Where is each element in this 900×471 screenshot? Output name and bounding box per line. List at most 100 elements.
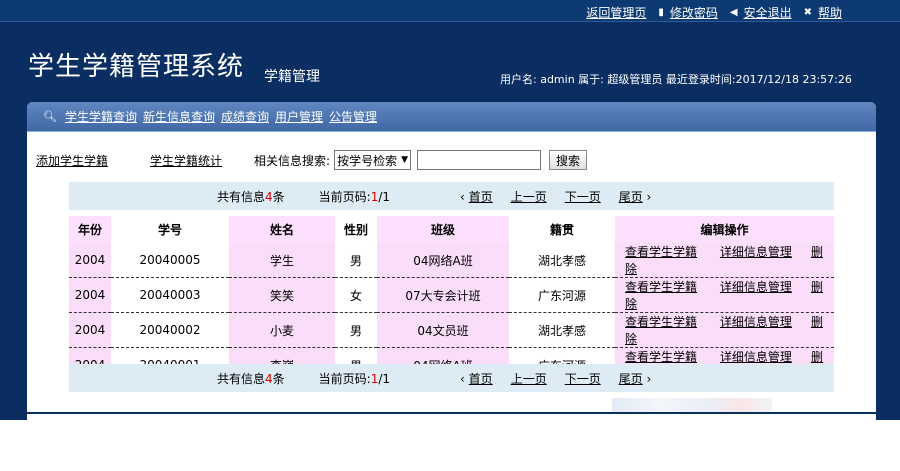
search-button[interactable]: 搜索 <box>549 150 588 170</box>
footer-panel <box>27 414 876 430</box>
page-indicator: 当前页码:1/1 <box>319 370 390 387</box>
header-band: 返回管理页 ▮ 修改密码 ◀ 安全退出 ✖ 帮助 学生学籍管理系统 学籍管理 用… <box>0 0 900 100</box>
cell-gender: 男 <box>335 243 377 278</box>
record-count: 共有信息4条 <box>217 370 285 387</box>
record-count-suffix: 条 <box>272 189 285 204</box>
page-nav: ‹ 首页 上一页 下一页 尾页 › <box>460 188 651 205</box>
record-count-prefix: 共有信息 <box>217 371 266 386</box>
record-count-value: 4 <box>265 371 273 386</box>
col-header-student-id: 学号 <box>111 216 229 243</box>
page-subtitle: 学籍管理 <box>264 69 320 85</box>
cell-name: 笑笑 <box>229 277 335 313</box>
nav-item-student-record-query[interactable]: 学生学籍查询 <box>65 108 137 125</box>
nav-bar: 🔍︎ 学生学籍查询 新生信息查询 成绩查询 用户管理 公告管理 <box>27 102 876 132</box>
view-record-link[interactable]: 查看学生学籍 <box>625 350 697 364</box>
page-total: /1 <box>378 189 391 204</box>
prev-page-link[interactable]: 上一页 <box>511 188 547 205</box>
view-record-link[interactable]: 查看学生学籍 <box>625 280 697 294</box>
cell-student-id: 20040005 <box>111 243 229 278</box>
detail-manage-link[interactable]: 详细信息管理 <box>720 315 792 329</box>
first-page-link[interactable]: 首页 <box>469 190 493 204</box>
page-nav: ‹ 首页 上一页 下一页 尾页 › <box>460 370 651 387</box>
page-indicator-prefix: 当前页码: <box>318 189 371 204</box>
table-row: 2004 20040005 学生 男 04网络A班 湖北孝感 查看学生学籍 详细… <box>69 243 834 278</box>
nav-item-new-student-query[interactable]: 新生信息查询 <box>143 108 215 125</box>
detail-manage-link[interactable]: 详细信息管理 <box>720 280 792 294</box>
cell-actions: 查看学生学籍 详细信息管理 删除 <box>615 312 834 348</box>
first-page: ‹ 首页 <box>460 189 493 204</box>
next-page-link[interactable]: 下一页 <box>565 188 601 205</box>
table-row: 2004 20040002 小麦 男 04文员班 湖北孝感 查看学生学籍 详细信… <box>69 312 834 348</box>
logout-icon: ◀ <box>729 7 738 18</box>
page-indicator: 当前页码:1/1 <box>319 188 390 205</box>
cell-native-place: 湖北孝感 <box>509 243 615 278</box>
cell-year: 2004 <box>69 277 111 313</box>
user-info: 用户名: admin 属于: 超级管理员 最近登录时间:2017/12/18 2… <box>500 73 852 86</box>
cell-name: 小麦 <box>229 312 335 348</box>
col-header-class: 班级 <box>377 216 509 243</box>
cell-actions: 查看学生学籍 详细信息管理 删除 <box>615 277 834 313</box>
first-page-link[interactable]: 首页 <box>469 372 493 386</box>
cell-class: 04网络A班 <box>377 243 509 278</box>
col-header-year: 年份 <box>69 216 111 243</box>
cell-native-place: 广东河源 <box>509 277 615 313</box>
first-page: ‹ 首页 <box>460 371 493 386</box>
detail-manage-link[interactable]: 详细信息管理 <box>720 350 792 364</box>
cell-actions: 查看学生学籍 详细信息管理 删除 <box>615 243 834 278</box>
detail-manage-link[interactable]: 详细信息管理 <box>720 245 792 259</box>
change-password-link[interactable]: 修改密码 <box>670 4 718 21</box>
main-panel: 🔍︎ 学生学籍查询 新生信息查询 成绩查询 用户管理 公告管理 添加学生学籍 学… <box>27 102 876 412</box>
cell-class: 07大专会计班 <box>377 277 509 313</box>
cell-year: 2004 <box>69 312 111 348</box>
student-table: 年份 学号 姓名 性别 班级 籍贯 编辑操作 2004 20040005 学生 … <box>69 216 834 383</box>
pager-top: 共有信息4条 当前页码:1/1 ‹ 首页 上一页 下一页 尾页 › <box>69 182 834 210</box>
last-page: 尾页 › <box>618 189 652 204</box>
chevron-down-icon: ▼ <box>401 155 409 165</box>
record-count-prefix: 共有信息 <box>217 189 266 204</box>
search-label: 相关信息搜索: <box>254 153 331 168</box>
table-row: 2004 20040003 笑笑 女 07大专会计班 广东河源 查看学生学籍 详… <box>69 277 834 313</box>
nav-item-grade-query[interactable]: 成绩查询 <box>221 108 269 125</box>
col-header-native-place: 籍贯 <box>509 216 615 243</box>
last-page-link[interactable]: 尾页 <box>619 372 643 386</box>
view-record-link[interactable]: 查看学生学籍 <box>625 245 697 259</box>
next-page-link[interactable]: 下一页 <box>565 370 601 387</box>
prev-page-link[interactable]: 上一页 <box>511 370 547 387</box>
nav-item-notice-management[interactable]: 公告管理 <box>329 108 377 125</box>
cell-student-id: 20040002 <box>111 312 229 348</box>
cell-native-place: 湖北孝感 <box>509 312 615 348</box>
top-link-bar: 返回管理页 ▮ 修改密码 ◀ 安全退出 ✖ 帮助 <box>0 0 900 22</box>
search-icon: 🔍︎ <box>43 110 57 123</box>
back-to-admin-link[interactable]: 返回管理页 <box>586 4 646 21</box>
col-header-actions: 编辑操作 <box>615 216 834 243</box>
table-header-row: 年份 学号 姓名 性别 班级 籍贯 编辑操作 <box>69 216 834 243</box>
cell-student-id: 20040003 <box>111 277 229 313</box>
col-header-name: 姓名 <box>229 216 335 243</box>
search-input[interactable] <box>417 150 542 170</box>
record-count-value: 4 <box>265 189 273 204</box>
lock-icon: ▮ <box>658 7 664 18</box>
page-indicator-prefix: 当前页码: <box>318 371 371 386</box>
cell-name: 学生 <box>229 243 335 278</box>
record-count-suffix: 条 <box>272 371 285 386</box>
cell-gender: 女 <box>335 277 377 313</box>
app-title: 学生学籍管理系统 <box>28 52 245 82</box>
safe-logout-link[interactable]: 安全退出 <box>744 4 792 21</box>
col-header-gender: 性别 <box>335 216 377 243</box>
search-type-value: 按学号检索 <box>337 153 398 168</box>
pager-bottom: 共有信息4条 当前页码:1/1 ‹ 首页 上一页 下一页 尾页 › <box>69 364 834 392</box>
page-total: /1 <box>378 371 391 386</box>
student-record-stats-link[interactable]: 学生学籍统计 <box>150 152 222 169</box>
cell-class: 04文员班 <box>377 312 509 348</box>
nav-item-user-management[interactable]: 用户管理 <box>275 108 323 125</box>
help-link[interactable]: 帮助 <box>818 4 842 21</box>
view-record-link[interactable]: 查看学生学籍 <box>625 315 697 329</box>
search-type-select[interactable]: 按学号检索 ▼ <box>334 150 412 170</box>
help-icon: ✖ <box>803 7 812 18</box>
record-count: 共有信息4条 <box>217 188 285 205</box>
add-student-record-link[interactable]: 添加学生学籍 <box>36 152 108 169</box>
last-page-link[interactable]: 尾页 <box>619 190 643 204</box>
toolbar: 添加学生学籍 学生学籍统计 相关信息搜索: 按学号检索 ▼ 搜索 <box>36 148 866 172</box>
cell-gender: 男 <box>335 312 377 348</box>
cell-year: 2004 <box>69 243 111 278</box>
